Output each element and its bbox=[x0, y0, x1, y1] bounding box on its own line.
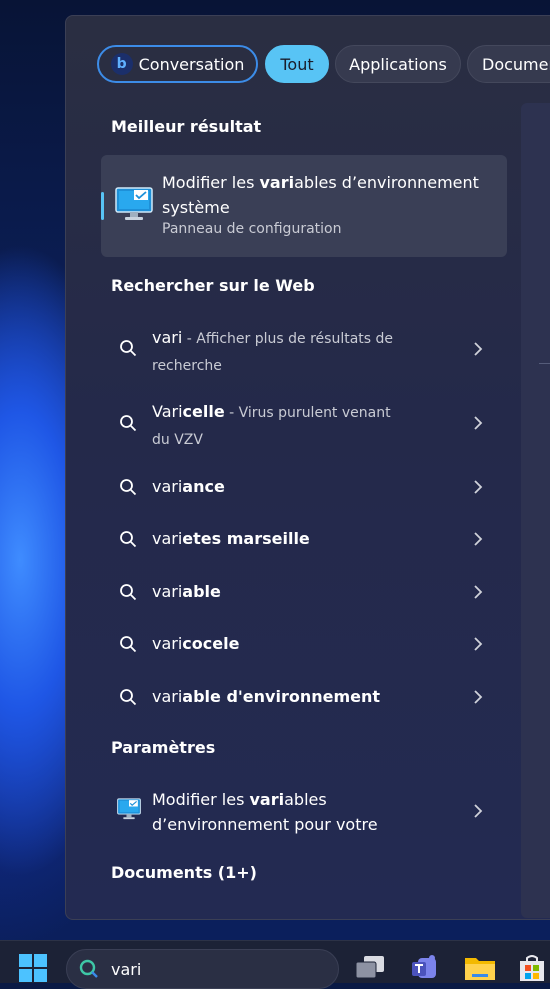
tab-label: Conversation bbox=[138, 54, 245, 74]
task-view-icon[interactable] bbox=[355, 955, 385, 981]
web-result-item[interactable]: variable bbox=[101, 575, 507, 609]
chevron-right-icon bbox=[474, 637, 483, 651]
web-result-item[interactable]: variance bbox=[101, 470, 507, 504]
web-result-text: variable bbox=[152, 582, 221, 601]
web-result-text: variance bbox=[152, 477, 225, 496]
search-icon bbox=[120, 479, 137, 496]
web-heading: Rechercher sur le Web bbox=[111, 276, 315, 295]
settings-result-text: Modifier les variables d’environnement p… bbox=[152, 790, 378, 834]
preview-pane bbox=[521, 103, 550, 918]
web-result-item[interactable]: vari - Afficher plus de résultats de rec… bbox=[101, 322, 507, 376]
tab-label: Documen bbox=[482, 54, 550, 74]
best-match-title: Modifier les variables d’environnement s… bbox=[162, 173, 479, 217]
tab-documents[interactable]: Documen bbox=[467, 45, 550, 83]
search-icon bbox=[120, 689, 137, 706]
best-match-subtitle: Panneau de configuration bbox=[162, 221, 342, 237]
settings-result-item[interactable]: Modifier les variables d’environnement p… bbox=[101, 784, 507, 838]
settings-heading: Paramètres bbox=[111, 738, 216, 757]
taskbar: vari bbox=[0, 940, 550, 989]
microsoft-store-icon[interactable] bbox=[518, 954, 546, 982]
web-result-item[interactable]: variable d'environnement bbox=[101, 680, 507, 714]
taskbar-search-box[interactable]: vari bbox=[66, 949, 339, 989]
tab-all[interactable]: Tout bbox=[265, 45, 329, 83]
chevron-right-icon bbox=[474, 342, 483, 356]
chevron-right-icon bbox=[474, 585, 483, 599]
teams-icon[interactable] bbox=[410, 954, 440, 982]
tab-applications[interactable]: Applications bbox=[335, 45, 461, 83]
search-icon bbox=[120, 340, 137, 357]
web-result-item[interactable]: varicocele bbox=[101, 627, 507, 661]
tab-label: Applications bbox=[349, 54, 447, 74]
web-result-text: Varicelle - Virus purulent venant du VZV bbox=[152, 402, 391, 448]
best-match-item[interactable]: Modifier les variables d’environnement s… bbox=[101, 155, 507, 257]
file-explorer-icon[interactable] bbox=[464, 955, 496, 981]
search-query: vari bbox=[111, 960, 142, 979]
chevron-right-icon bbox=[474, 532, 483, 546]
tab-conversation[interactable]: b Conversation bbox=[97, 45, 258, 83]
monitor-check-icon bbox=[115, 187, 153, 220]
tab-label: Tout bbox=[280, 54, 314, 74]
search-icon bbox=[120, 531, 137, 548]
chevron-right-icon bbox=[474, 804, 483, 818]
web-result-text: varicocele bbox=[152, 634, 240, 653]
bing-icon: b bbox=[110, 53, 133, 75]
chevron-right-icon bbox=[474, 416, 483, 430]
web-result-text: varietes marseille bbox=[152, 529, 310, 548]
chevron-right-icon bbox=[474, 690, 483, 704]
best-match-heading: Meilleur résultat bbox=[111, 117, 262, 136]
search-icon bbox=[79, 959, 98, 978]
web-result-text: variable d'environnement bbox=[152, 687, 381, 706]
windows-start-icon[interactable] bbox=[19, 954, 47, 982]
chevron-right-icon bbox=[474, 480, 483, 494]
web-result-item[interactable]: varietes marseille bbox=[101, 522, 507, 556]
search-icon bbox=[120, 636, 137, 653]
web-result-text: vari - Afficher plus de résultats de rec… bbox=[152, 328, 394, 374]
monitor-check-icon bbox=[117, 798, 141, 820]
search-icon bbox=[120, 584, 137, 601]
search-icon bbox=[120, 415, 137, 432]
web-result-item[interactable]: Varicelle - Virus purulent venant du VZV bbox=[101, 396, 507, 450]
selection-indicator bbox=[101, 192, 104, 220]
documents-heading: Documents (1+) bbox=[111, 863, 257, 882]
